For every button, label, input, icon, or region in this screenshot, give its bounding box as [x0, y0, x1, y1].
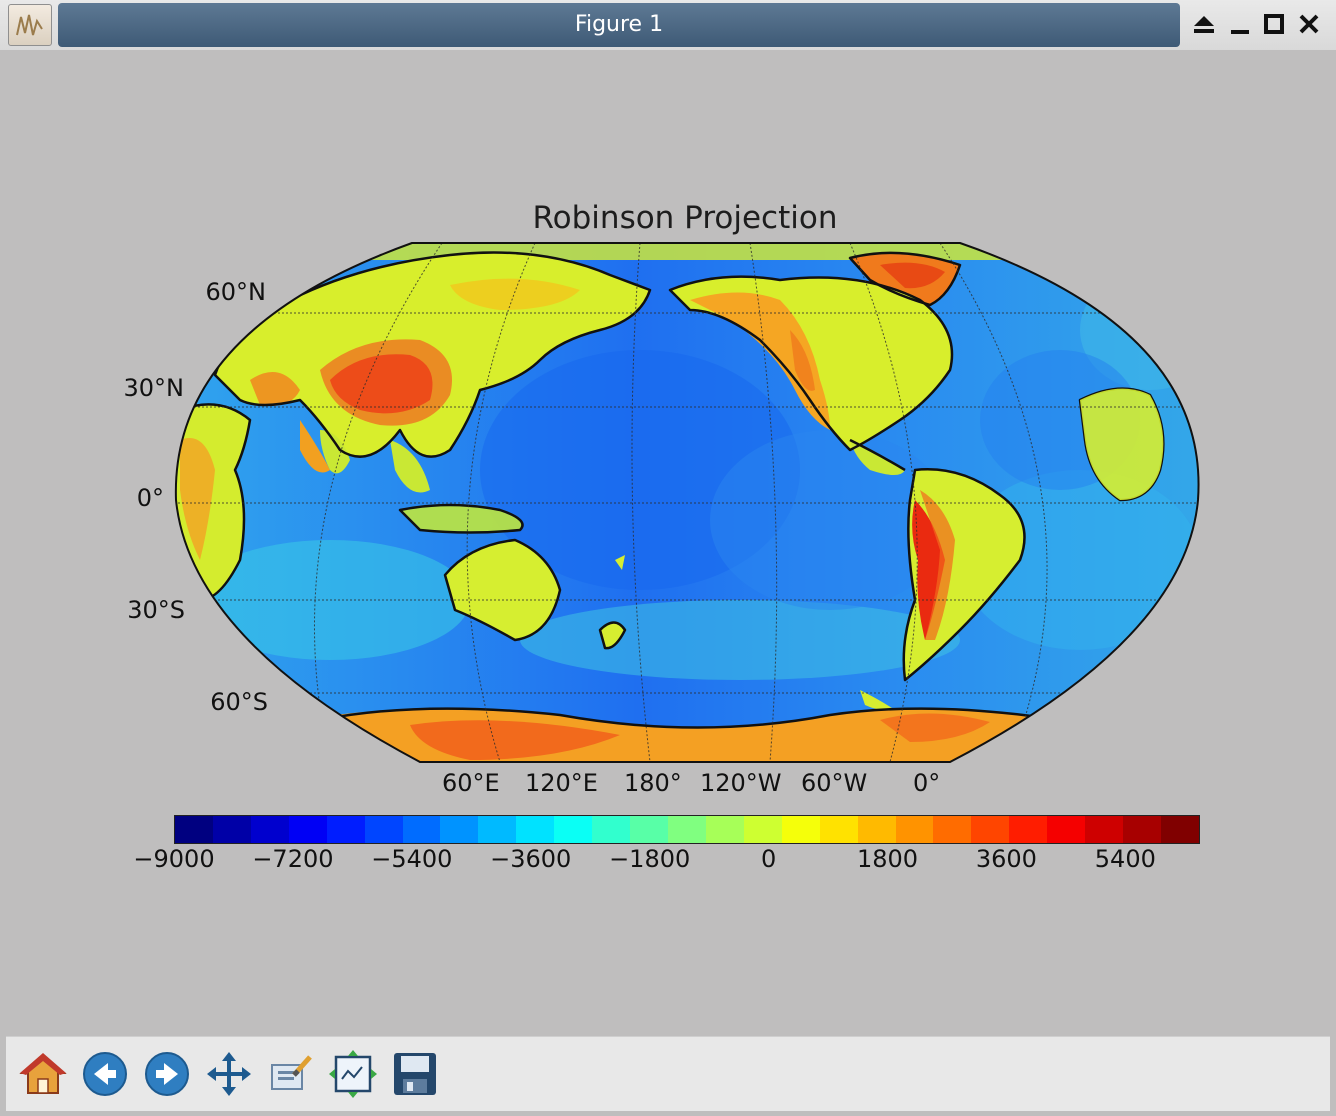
- home-icon: [19, 1053, 67, 1094]
- back-arrow-icon: [83, 1052, 127, 1096]
- colorbar-segment: [478, 816, 517, 843]
- back-button[interactable]: [78, 1047, 132, 1101]
- colorbar-segment: [667, 816, 706, 843]
- colorbar-tick-label: −5400: [371, 845, 453, 873]
- colorbar-segment: [630, 816, 668, 843]
- lat-label-60s: 60°S: [210, 688, 268, 716]
- zoom-button[interactable]: [264, 1047, 318, 1101]
- colorbar-tick-label: 5400: [1094, 845, 1156, 873]
- colorbar-tick-label: −3600: [490, 845, 572, 873]
- colorbar-tick-label: 3600: [975, 845, 1037, 873]
- lat-label-0: 0°: [136, 484, 164, 512]
- colorbar-segment: [592, 816, 631, 843]
- colorbar-segment: [933, 816, 972, 843]
- colorbar-segment: [516, 816, 555, 843]
- colorbar: [174, 815, 1200, 844]
- save-button[interactable]: [388, 1047, 442, 1101]
- colorbar-segment: [402, 816, 441, 843]
- navigation-toolbar: [6, 1036, 1330, 1111]
- lat-label-60n: 60°N: [205, 278, 267, 306]
- forward-arrow-icon: [145, 1052, 189, 1096]
- lon-label-0: 0°: [913, 769, 941, 797]
- zoom-rect-icon: [271, 1055, 312, 1090]
- colorbar-segment: [705, 816, 744, 843]
- lat-label-30n: 30°N: [123, 374, 185, 402]
- colorbar-segment: [440, 816, 479, 843]
- lon-label-120e: 120°E: [525, 769, 598, 797]
- pan-button[interactable]: [202, 1047, 256, 1101]
- lon-label-60e: 60°E: [442, 769, 500, 797]
- colorbar-segment: [1123, 816, 1161, 843]
- colorbar-tick-label: −7200: [252, 845, 334, 873]
- colorbar-segment: [1085, 816, 1124, 843]
- colorbar-segment: [554, 816, 593, 843]
- floppy-disk-icon: [394, 1053, 436, 1095]
- colorbar-segment: [288, 816, 327, 843]
- colorbar-tick-label: 1800: [856, 845, 919, 873]
- colorbar-segment: [1160, 816, 1199, 843]
- subplots-button[interactable]: [326, 1047, 380, 1101]
- colorbar-tick-label: 0: [760, 845, 777, 873]
- lon-label-60w: 60°W: [801, 769, 868, 797]
- colorbar-tick-label: −1800: [609, 845, 691, 873]
- lat-label-30s: 30°S: [127, 596, 185, 624]
- pan-arrows-icon: [207, 1052, 251, 1096]
- colorbar-segment: [212, 816, 251, 843]
- colorbar-segment: [175, 816, 213, 843]
- colorbar-segment: [364, 816, 403, 843]
- colorbar-segment: [326, 816, 365, 843]
- colorbar-segment: [819, 816, 858, 843]
- colorbar-segment: [743, 816, 782, 843]
- colorbar-segment: [1047, 816, 1086, 843]
- colorbar-segment: [781, 816, 820, 843]
- colorbar-segment: [895, 816, 934, 843]
- colorbar-segment: [857, 816, 896, 843]
- home-button[interactable]: [16, 1047, 70, 1101]
- subplots-icon: [329, 1050, 377, 1098]
- forward-button[interactable]: [140, 1047, 194, 1101]
- colorbar-tick-label: −9000: [133, 845, 215, 873]
- colorbar-segment: [250, 816, 289, 843]
- colorbar-segment: [971, 816, 1010, 843]
- colorbar-segment: [1009, 816, 1048, 843]
- lon-label-120w: 120°W: [700, 769, 782, 797]
- lon-label-180: 180°: [624, 769, 682, 797]
